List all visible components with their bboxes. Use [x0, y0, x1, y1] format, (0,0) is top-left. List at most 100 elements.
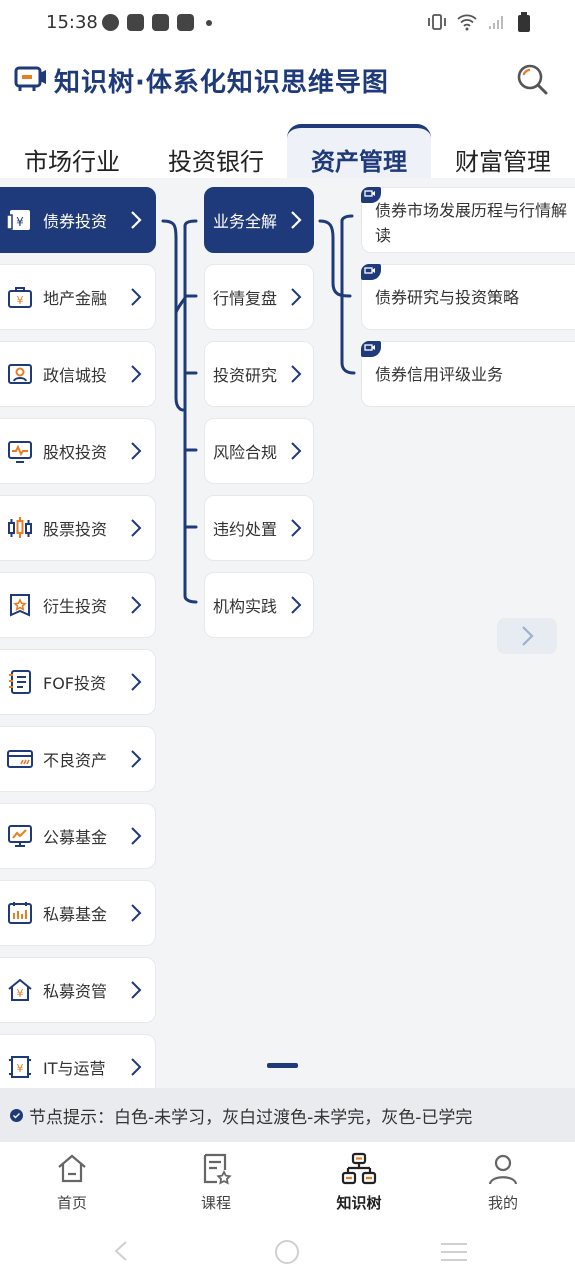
l1-item-public-funds[interactable]: 公募基金: [0, 803, 156, 869]
chevron-right-icon: [131, 750, 142, 768]
svg-text:¥: ¥: [17, 987, 24, 1000]
l2-item-label: 行情复盘: [213, 289, 278, 308]
hint-text: 节点提示：白色-未学习，灰白过渡色-未学完，灰色-已学完: [29, 1107, 473, 1128]
l1-item-equity-investment[interactable]: 股权投资: [0, 418, 156, 484]
svg-text:¥: ¥: [17, 294, 24, 307]
video-tag-icon: [361, 187, 381, 203]
yen-card-icon: ¥: [7, 207, 33, 233]
l2-item-default-handling[interactable]: 违约处置: [204, 495, 314, 561]
knowledge-tree-panel: ¥ 债券投资 ¥ 地产金融 政信城投 股权投资 股票投资 衍生投资 FOF投资 …: [0, 178, 575, 1088]
chevron-right-icon: [131, 519, 142, 537]
chevron-right-icon: [131, 827, 142, 845]
category-tabs: 市场行业 投资银行 资产管理 财富管理: [0, 124, 575, 178]
chevron-right-icon: [291, 365, 302, 383]
chevron-right-icon: [291, 442, 302, 460]
l1-item-real-estate-finance[interactable]: ¥ 地产金融: [0, 264, 156, 330]
l2-item-institutional-practice[interactable]: 机构实践: [204, 572, 314, 638]
card-slash-icon: [7, 746, 33, 772]
l1-item-government-credit[interactable]: 政信城投: [0, 341, 156, 407]
l2-item-label: 投资研究: [213, 366, 278, 385]
search-button[interactable]: [514, 61, 550, 101]
l1-item-label: 股权投资: [43, 443, 108, 462]
l2-item-business-overview[interactable]: 业务全解: [204, 187, 314, 253]
nav-profile[interactable]: 我的: [458, 1152, 548, 1213]
compass-icon: [102, 14, 119, 31]
l1-item-derivatives-investment[interactable]: 衍生投资: [0, 572, 156, 638]
nav-label: 课程: [200, 1194, 231, 1212]
l1-item-label: 股票投资: [43, 520, 108, 539]
l1-item-label: 衍生投资: [43, 597, 108, 616]
nav-courses[interactable]: 课程: [171, 1152, 261, 1213]
chevron-right-icon: [291, 596, 302, 614]
l3-item-course[interactable]: 债券信用评级业务: [361, 341, 575, 407]
chevron-right-icon: [131, 673, 142, 691]
course-icon: [203, 1153, 232, 1185]
nav-home[interactable]: 首页: [27, 1152, 117, 1213]
chevron-right-icon: [131, 1058, 142, 1076]
bottom-navigation: 首页 课程 知识树 我的: [0, 1142, 575, 1222]
l2-item-investment-research[interactable]: 投资研究: [204, 341, 314, 407]
app-notification-icon: [177, 14, 194, 31]
l1-item-distressed-assets[interactable]: 不良资产: [0, 726, 156, 792]
nav-label: 我的: [487, 1194, 518, 1212]
l1-item-label: 政信城投: [43, 366, 108, 385]
status-time: 15:38: [46, 12, 98, 33]
chart-monitor-icon: [7, 823, 33, 849]
l1-item-label: 债券投资: [43, 212, 108, 231]
l1-item-stock-investment[interactable]: 股票投资: [0, 495, 156, 561]
chevron-right-icon: [131, 211, 142, 229]
l1-item-label: 公募基金: [43, 828, 108, 847]
badge-star-icon: [7, 592, 33, 618]
signal-icon: [489, 16, 503, 29]
chevron-right-icon: [522, 626, 534, 646]
tree-icon: [341, 1152, 377, 1185]
l2-item-risk-compliance[interactable]: 风险合规: [204, 418, 314, 484]
l1-item-label: 私募资管: [43, 982, 108, 1001]
wifi-icon: [457, 14, 477, 31]
l2-item-market-review[interactable]: 行情复盘: [204, 264, 314, 330]
l1-item-private-funds[interactable]: 私募基金: [0, 880, 156, 946]
pulse-monitor-icon: [7, 438, 33, 464]
l3-item-course[interactable]: 债券市场发展历程与行情解读: [361, 187, 575, 253]
tab-investment-banking[interactable]: 投资银行: [156, 124, 276, 178]
chevron-right-icon: [131, 288, 142, 306]
bar-calendar-icon: [7, 900, 33, 926]
l1-item-label: 不良资产: [43, 751, 108, 770]
chevron-right-icon: [291, 288, 302, 306]
search-icon: [517, 64, 548, 95]
chevron-right-icon: [131, 981, 142, 999]
l2-item-label: 违约处置: [213, 520, 278, 539]
l1-item-bond-investment[interactable]: ¥ 债券投资: [0, 187, 156, 253]
profile-icon: [488, 1154, 518, 1185]
chevron-right-icon: [291, 519, 302, 537]
app-notification-icon: [152, 14, 169, 31]
house-yen-icon: ¥: [7, 977, 33, 1003]
chevron-right-icon: [131, 596, 142, 614]
nav-knowledge-tree[interactable]: 知识树: [314, 1152, 404, 1213]
tab-wealth-management[interactable]: 财富管理: [443, 124, 563, 178]
candlestick-icon: [7, 515, 33, 541]
back-icon[interactable]: [112, 1240, 130, 1262]
l1-item-it-operations[interactable]: ¥ IT与运营: [0, 1034, 156, 1088]
l2-item-label: 风险合规: [213, 443, 278, 462]
svg-text:¥: ¥: [17, 1062, 24, 1075]
system-navigation-bar: [0, 1222, 575, 1280]
chevron-right-icon: [131, 442, 142, 460]
app-title: 知识树·体系化知识思维导图: [54, 68, 389, 98]
next-page-button[interactable]: [497, 618, 557, 654]
check-icon: [10, 1108, 23, 1122]
document-list-icon: [7, 669, 33, 695]
l1-item-label: IT与运营: [43, 1059, 106, 1078]
tab-asset-management[interactable]: 资产管理: [287, 124, 431, 178]
more-notifications-icon: [206, 19, 212, 26]
vibrate-icon: [428, 14, 446, 30]
app-notification-icon: [127, 14, 144, 31]
l1-item-private-asset-management[interactable]: ¥ 私募资管: [0, 957, 156, 1023]
l1-item-fof-investment[interactable]: FOF投资: [0, 649, 156, 715]
home-circle-icon[interactable]: [274, 1239, 300, 1265]
person-card-icon: [7, 361, 33, 387]
recent-apps-icon[interactable]: [440, 1241, 468, 1263]
l3-item-course[interactable]: 债券研究与投资策略: [361, 264, 575, 330]
logo-icon: [14, 64, 48, 98]
tab-market-industry[interactable]: 市场行业: [12, 124, 132, 178]
